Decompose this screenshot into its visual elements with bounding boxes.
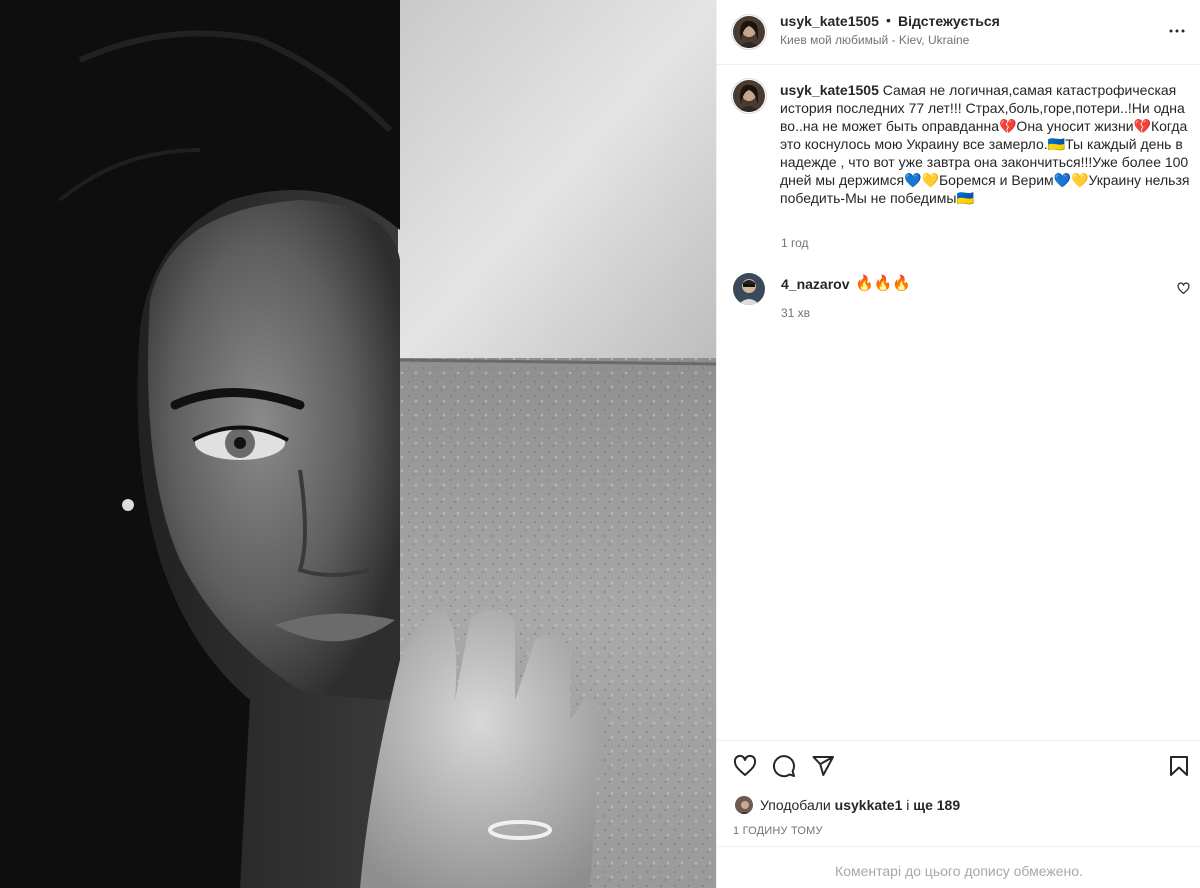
action-bar bbox=[717, 740, 1200, 790]
commenter-avatar[interactable] bbox=[733, 273, 765, 305]
heart-icon bbox=[1177, 282, 1190, 294]
post-timestamp[interactable]: 1 ГОДИНУ ТОМУ bbox=[733, 825, 823, 837]
comment-text: 🔥🔥🔥 bbox=[855, 275, 912, 292]
share-button[interactable] bbox=[811, 754, 835, 778]
send-icon bbox=[812, 756, 834, 776]
liker-avatar[interactable] bbox=[734, 795, 754, 815]
likes-user[interactable]: usykkate1 bbox=[835, 797, 903, 813]
caption-avatar-image bbox=[733, 80, 765, 112]
caption-timestamp[interactable]: 1 год bbox=[781, 236, 809, 250]
comments-restricted-footer: Коментарі до цього допису обмежено. bbox=[717, 846, 1200, 888]
follow-status-button[interactable]: Відстежується bbox=[898, 13, 1000, 29]
likes-middle: і bbox=[906, 797, 910, 813]
more-options-button[interactable] bbox=[1165, 19, 1189, 43]
comment-timestamp[interactable]: 31 хв bbox=[781, 306, 810, 320]
likes-count[interactable]: ще 189 bbox=[913, 797, 960, 813]
author-avatar[interactable] bbox=[733, 16, 765, 48]
post-photo[interactable] bbox=[0, 0, 716, 888]
caption-body: usyk_kate1505 Самая не логичная,самая ка… bbox=[780, 81, 1190, 207]
location-link[interactable]: Киев мой любимый - Kiev, Ukraine bbox=[780, 33, 969, 47]
caption-username[interactable]: usyk_kate1505 bbox=[780, 82, 879, 98]
caption-author-avatar[interactable] bbox=[733, 80, 765, 112]
liker-avatar-image bbox=[735, 796, 753, 814]
like-button[interactable] bbox=[733, 754, 757, 778]
commenter-avatar-image bbox=[733, 273, 765, 305]
comment-like-button[interactable] bbox=[1177, 282, 1190, 295]
more-horizontal-icon bbox=[1169, 29, 1185, 33]
comments-restricted-notice: Коментарі до цього допису обмежено. bbox=[835, 863, 1083, 879]
likes-prefix: Уподобали bbox=[760, 797, 831, 813]
caption-text: Самая не логичная,самая катастрофическая… bbox=[780, 82, 1190, 206]
post-side-panel: usyk_kate1505 • Відстежується Киев мой л… bbox=[716, 0, 1200, 888]
save-button[interactable] bbox=[1167, 754, 1191, 778]
header-separator: • bbox=[886, 12, 891, 28]
comment-icon bbox=[773, 755, 795, 778]
likes-summary[interactable]: Уподобали usykkate1 і ще 189 bbox=[760, 797, 960, 813]
comment-username[interactable]: 4_nazarov bbox=[781, 276, 849, 292]
post-header: usyk_kate1505 • Відстежується Киев мой л… bbox=[717, 0, 1200, 65]
bookmark-icon bbox=[1170, 756, 1188, 776]
comment-button[interactable] bbox=[772, 754, 796, 778]
heart-icon bbox=[733, 754, 757, 776]
author-avatar-image bbox=[733, 16, 765, 48]
post-photo-image bbox=[0, 0, 716, 888]
author-username[interactable]: usyk_kate1505 bbox=[780, 13, 879, 29]
